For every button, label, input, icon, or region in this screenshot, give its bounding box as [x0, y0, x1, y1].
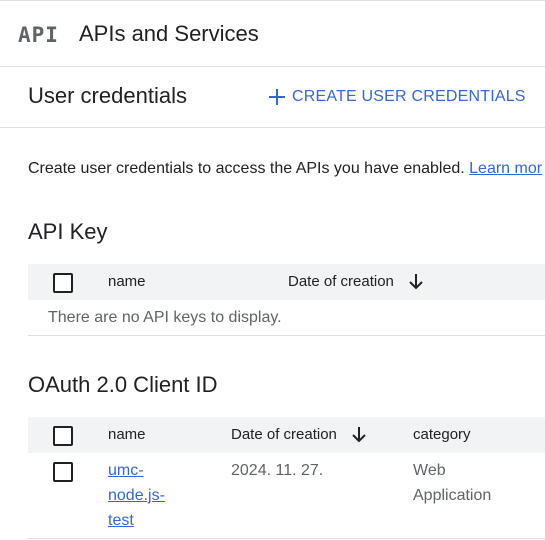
oauth-title: OAuth 2.0 Client ID — [28, 372, 218, 397]
client-name-line: umc- — [108, 462, 144, 479]
app-title: APIs and Services — [79, 21, 259, 46]
category-line: Application — [413, 487, 492, 504]
intro-text: Create user credentials to access the AP… — [28, 160, 542, 178]
creation-date: 2024. 11. 27. — [231, 462, 324, 479]
api-key-select-all-checkbox[interactable] — [53, 273, 73, 293]
create-button-label: CREATE USER CREDENTIALS — [292, 88, 526, 105]
api-key-title: API Key — [28, 219, 108, 244]
learn-more-link[interactable]: Learn mor — [469, 160, 542, 177]
api-key-table-header: name Date of creation — [28, 264, 545, 300]
page-title: User credentials — [28, 83, 187, 108]
credentials-page: API APIs and Services User credentials C… — [0, 0, 545, 540]
top-bar: API APIs and Services — [0, 0, 545, 67]
client-name-line: test — [108, 512, 134, 529]
oauth-select-all-checkbox[interactable] — [53, 426, 73, 446]
plus-icon — [268, 88, 286, 106]
client-name-line: node.js- — [108, 487, 165, 504]
oauth-column-name[interactable]: name — [108, 426, 146, 443]
table-row: umc- node.js- test 2024. 11. 27. Web App… — [28, 453, 545, 539]
oauth-table-header: name Date of creation category — [28, 417, 545, 453]
oauth-column-date[interactable]: Date of creation — [231, 426, 337, 443]
client-name-link[interactable]: umc- node.js- test — [108, 458, 165, 533]
api-key-empty-row: There are no API keys to display. — [28, 300, 545, 336]
sort-down-arrow-icon[interactable] — [408, 273, 424, 291]
section-header: User credentials CREATE USER CREDENTIALS — [0, 67, 545, 128]
row-checkbox[interactable] — [53, 462, 73, 482]
oauth-column-category[interactable]: category — [413, 426, 471, 443]
sort-down-arrow-icon[interactable] — [351, 426, 367, 444]
category-line: Web — [413, 462, 446, 479]
intro-description: Create user credentials to access the AP… — [28, 160, 465, 177]
api-key-column-date[interactable]: Date of creation — [288, 273, 394, 290]
client-category: Web Application — [413, 458, 491, 508]
create-user-credentials-button[interactable]: CREATE USER CREDENTIALS — [262, 81, 526, 113]
api-key-empty-message: There are no API keys to display. — [48, 309, 282, 326]
api-key-column-name[interactable]: name — [108, 273, 146, 290]
api-logo-icon: API — [18, 23, 59, 47]
